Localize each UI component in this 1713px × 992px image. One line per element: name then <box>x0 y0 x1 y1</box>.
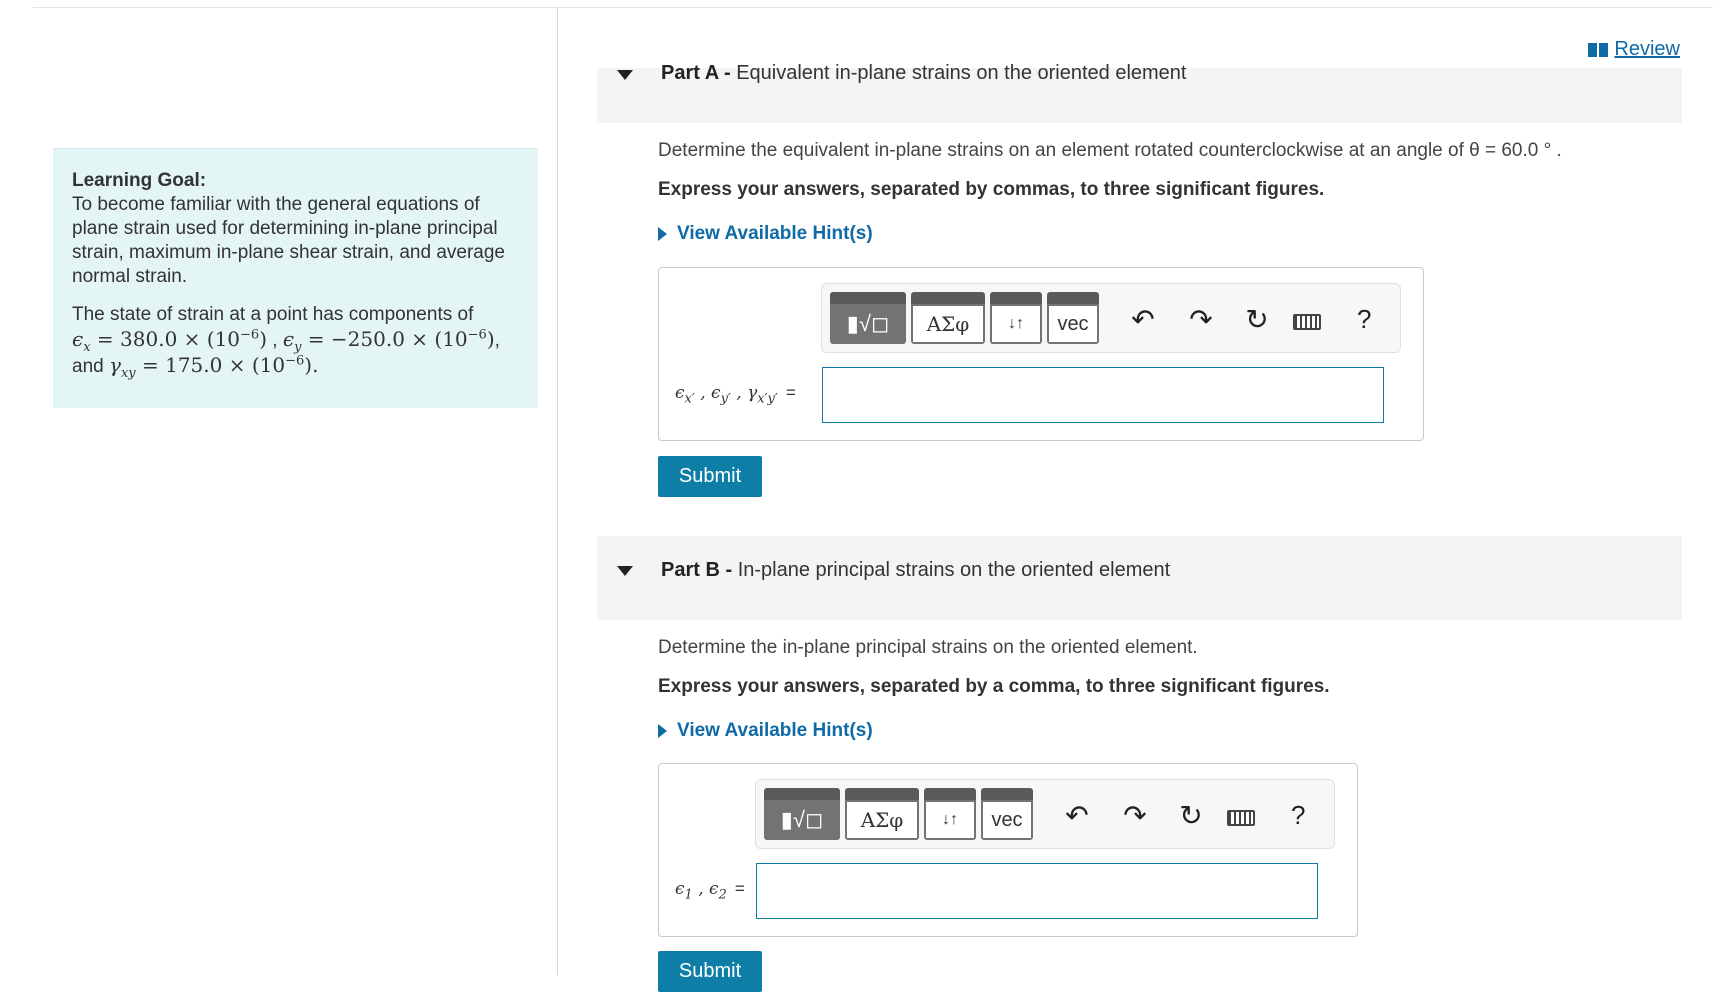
learning-goal-text: To become familiar with the general equa… <box>72 194 505 287</box>
help-icon[interactable]: ? <box>1357 304 1371 335</box>
hint-arrow-icon <box>658 724 667 738</box>
part-b-answer-input[interactable] <box>756 863 1318 919</box>
part-b-answer-box: ▮√◻ ΑΣφ ↓↑ vec ↶ ↷ ↻ ? ϵ1 , ϵ2 = <box>658 763 1358 937</box>
column-divider <box>557 8 558 975</box>
strain-state-intro: The state of strain at a point has compo… <box>72 304 474 325</box>
part-a-answer-box: ▮√◻ ΑΣφ ↓↑ vec ↶ ↷ ↻ ? ϵx′ , ϵy′ , γx′y′… <box>658 267 1424 441</box>
part-a-instruction: Express your answers, separated by comma… <box>658 179 1325 200</box>
greek-symbols-button[interactable]: ΑΣφ <box>911 292 985 344</box>
part-b-question: Determine the in-plane principal strains… <box>658 637 1198 658</box>
learning-goal-heading: Learning Goal: <box>72 170 207 191</box>
help-icon[interactable]: ? <box>1291 800 1305 831</box>
gamma-xy-expression: γxy = 175.0 × (10−6). <box>108 353 319 381</box>
and-word: and <box>72 356 104 377</box>
templates-button[interactable]: ▮√◻ <box>764 788 840 840</box>
part-a-math-toolbar: ▮√◻ ΑΣφ ↓↑ vec ↶ ↷ ↻ ? <box>821 283 1401 353</box>
part-b-math-toolbar: ▮√◻ ΑΣφ ↓↑ vec ↶ ↷ ↻ ? <box>755 779 1335 849</box>
epsilon-x-expression: ϵx = 380.0 × (10−6) <box>72 327 268 355</box>
redo-icon[interactable]: ↷ <box>1117 802 1153 830</box>
greek-symbols-button[interactable]: ΑΣφ <box>845 788 919 840</box>
part-a-hint-label: View Available Hint(s) <box>677 223 873 244</box>
undo-icon[interactable]: ↶ <box>1125 306 1161 334</box>
epsilon-y-expression: ϵy = −250.0 × (10−6) <box>282 327 495 355</box>
epsilon-x-value: 380.0 <box>120 327 178 351</box>
keyboard-icon[interactable] <box>1227 810 1255 826</box>
hint-arrow-icon <box>658 227 667 241</box>
part-b-instruction: Express your answers, separated by a com… <box>658 676 1330 697</box>
collapse-triangle-icon[interactable] <box>617 566 633 576</box>
arrows-button[interactable]: ↓↑ <box>924 788 976 840</box>
part-a-answer-label: ϵx′ , ϵy′ , γx′y′ = <box>675 383 796 407</box>
reset-icon[interactable]: ↻ <box>1173 802 1209 830</box>
review-link[interactable]: Review <box>1588 38 1680 61</box>
redo-icon[interactable]: ↷ <box>1183 306 1219 334</box>
part-a-answer-input[interactable] <box>822 367 1384 423</box>
gamma-xy-value: 175.0 <box>165 353 223 377</box>
part-a-title: Part A - Equivalent in-plane strains on … <box>661 62 1187 84</box>
book-icon <box>1588 42 1609 57</box>
part-b-title: Part B - In-plane principal strains on t… <box>661 559 1171 581</box>
vector-button[interactable]: vec <box>981 788 1033 840</box>
part-a-submit-button[interactable]: Submit <box>658 456 762 497</box>
part-b-submit-button[interactable]: Submit <box>658 951 762 992</box>
top-border <box>33 7 1713 8</box>
review-label: Review <box>1614 38 1680 60</box>
epsilon-y-value: −250.0 <box>330 327 405 351</box>
undo-icon[interactable]: ↶ <box>1059 802 1095 830</box>
vector-button[interactable]: vec <box>1047 292 1099 344</box>
part-a-question: Determine the equivalent in-plane strain… <box>658 140 1562 161</box>
part-b-answer-label: ϵ1 , ϵ2 = <box>675 879 745 903</box>
reset-icon[interactable]: ↻ <box>1239 306 1275 334</box>
part-a-header[interactable]: Part A - Equivalent in-plane strains on … <box>597 62 1682 123</box>
learning-goal-panel: Learning Goal: To become familiar with t… <box>53 148 538 408</box>
strain-state: The state of strain at a point has compo… <box>72 304 500 381</box>
arrows-button[interactable]: ↓↑ <box>990 292 1042 344</box>
templates-button[interactable]: ▮√◻ <box>830 292 906 344</box>
part-b-hint-label: View Available Hint(s) <box>677 720 873 741</box>
keyboard-icon[interactable] <box>1293 314 1321 330</box>
collapse-triangle-icon[interactable] <box>617 70 633 80</box>
part-a-hint-link[interactable]: View Available Hint(s) <box>658 223 873 245</box>
part-b-header[interactable]: Part B - In-plane principal strains on t… <box>597 536 1682 620</box>
part-b-hint-link[interactable]: View Available Hint(s) <box>658 720 873 742</box>
